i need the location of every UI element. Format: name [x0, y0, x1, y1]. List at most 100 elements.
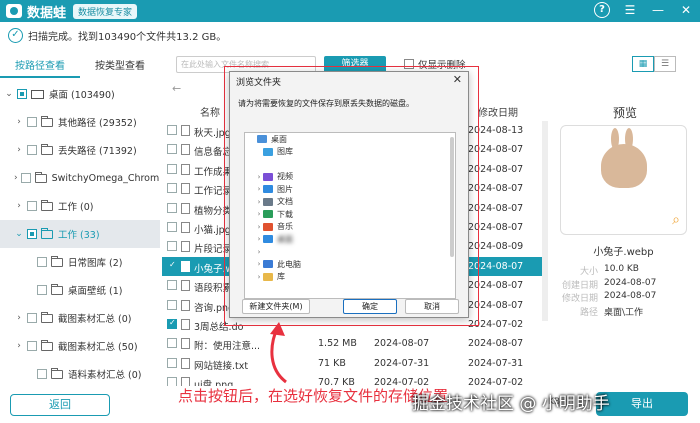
ok-button[interactable]: 确定: [343, 299, 397, 314]
chevron-down-icon[interactable]: ⌄: [14, 229, 24, 239]
file-checkbox[interactable]: [167, 163, 177, 174]
dialog-tree-label: 此电脑: [277, 259, 301, 269]
close-icon[interactable]: ✕: [678, 2, 694, 18]
tree-item-daily-gallery[interactable]: 日常图库 (2): [0, 248, 160, 276]
dialog-tree-item[interactable]: 桌面: [245, 133, 455, 146]
menu-icon[interactable]: ☰: [622, 2, 638, 18]
tree-item-screenshots[interactable]: › 截图素材汇总 (50): [0, 332, 160, 360]
file-row[interactable]: 附：使用注意... 1.52 MB 2024-08-07 2024-08-07: [162, 334, 542, 353]
file-checkbox[interactable]: [167, 260, 177, 271]
tree-item-desktop[interactable]: ⌄ 桌面 (103490): [0, 80, 160, 108]
tree-checkbox[interactable]: [37, 369, 47, 379]
file-checkbox[interactable]: [167, 144, 177, 155]
dialog-tree-item[interactable]: › 音乐: [245, 221, 455, 234]
tree-item-label: 工作 (33): [58, 230, 100, 241]
list-view-icon[interactable]: ☰: [654, 56, 676, 72]
expand-icon[interactable]: ›: [255, 248, 263, 256]
tree-item-corpus[interactable]: 语料素材汇总 (0): [0, 360, 160, 386]
dialog-tree-item[interactable]: 图库: [245, 146, 455, 159]
nav-back-icon[interactable]: ←: [172, 82, 181, 95]
grid-view-icon[interactable]: ▦: [632, 56, 654, 72]
tab-by-path[interactable]: 按路径查看: [0, 56, 80, 78]
dialog-tree-item[interactable]: › 库: [245, 271, 455, 284]
tree-checkbox[interactable]: [27, 117, 37, 127]
tree-item-work[interactable]: ⌄ 工作 (33): [0, 220, 160, 248]
meta-size: 大小 10.0 KB: [579, 264, 639, 277]
file-checkbox[interactable]: [167, 221, 177, 232]
tree-checkbox[interactable]: [37, 257, 47, 267]
dialog-tree-item[interactable]: › 图片: [245, 183, 455, 196]
file-list-scrollbar[interactable]: [542, 121, 548, 321]
back-button[interactable]: 返回: [10, 394, 110, 416]
file-checkbox[interactable]: [167, 241, 177, 252]
expand-icon[interactable]: ›: [255, 173, 263, 181]
dialog-tree-scrollbar[interactable]: [450, 137, 454, 257]
dialog-tree-item[interactable]: › 视频: [245, 171, 455, 184]
tree-item-label: 日常图库 (2): [68, 258, 123, 269]
tree-checkbox[interactable]: [27, 313, 37, 323]
tree-item-screenshots-empty[interactable]: › 截图素材汇总 (0): [0, 304, 160, 332]
folder-icon: [263, 272, 273, 281]
file-checkbox[interactable]: [167, 357, 177, 368]
instruction-caption: 点击按钮后，在选好恢复文件的存储位置: [178, 387, 449, 405]
tree-checkbox[interactable]: [20, 173, 31, 183]
file-checkbox[interactable]: [167, 299, 177, 310]
chevron-right-icon[interactable]: ›: [14, 145, 24, 155]
file-checkbox[interactable]: [167, 318, 177, 329]
zoom-icon[interactable]: ⌕: [672, 212, 680, 228]
tree-checkbox[interactable]: [27, 229, 37, 239]
cancel-button[interactable]: 取消: [405, 299, 459, 314]
file-icon: [181, 318, 190, 330]
dialog-close-icon[interactable]: ✕: [453, 73, 462, 86]
tree-checkbox[interactable]: [27, 201, 37, 211]
tree-checkbox[interactable]: [17, 89, 27, 99]
chevron-right-icon[interactable]: ›: [14, 341, 24, 351]
expand-icon[interactable]: ›: [255, 210, 263, 218]
tree-item-switchyomega[interactable]: › SwitchyOmega_Chromium: [0, 164, 160, 192]
column-modified[interactable]: 修改日期: [478, 104, 518, 119]
dialog-tree-item[interactable]: ›: [245, 246, 455, 259]
file-checkbox[interactable]: [167, 183, 177, 194]
tree-item-wallpapers[interactable]: 桌面壁纸 (1): [0, 276, 160, 304]
expand-icon[interactable]: ›: [255, 235, 263, 243]
expand-icon[interactable]: ›: [255, 260, 263, 268]
help-icon[interactable]: ?: [594, 2, 610, 18]
tree-item-other-paths[interactable]: › 其他路径 (29352): [0, 108, 160, 136]
folder-icon: [263, 185, 273, 194]
dialog-tree-item[interactable]: › 文档: [245, 196, 455, 209]
file-checkbox[interactable]: [167, 338, 177, 349]
tree-item-work-empty[interactable]: › 工作 (0): [0, 192, 160, 220]
expand-icon[interactable]: ›: [255, 273, 263, 281]
dialog-tree-item[interactable]: [245, 158, 455, 171]
expand-icon[interactable]: ›: [255, 198, 263, 206]
tree-checkbox[interactable]: [37, 285, 47, 295]
chevron-down-icon[interactable]: ⌄: [4, 89, 14, 99]
minimize-icon[interactable]: —: [650, 2, 666, 18]
tree-item-lost-paths[interactable]: › 丢失路径 (71392): [0, 136, 160, 164]
file-checkbox[interactable]: [167, 202, 177, 213]
new-folder-button[interactable]: 新建文件夹(M): [242, 299, 310, 314]
tree-item-label: 工作 (0): [58, 202, 94, 213]
file-row[interactable]: 网站链接.txt 71 KB 2024-07-31 2024-07-31: [162, 354, 542, 373]
view-mode-tabs: 按路径查看 按类型查看: [0, 56, 160, 78]
dialog-tree-item[interactable]: › 下载: [245, 208, 455, 221]
tab-by-type[interactable]: 按类型查看: [80, 56, 160, 78]
file-checkbox[interactable]: [167, 280, 177, 291]
file-checkbox[interactable]: [167, 377, 177, 386]
folder-icon: [263, 235, 273, 244]
file-checkbox[interactable]: [167, 125, 177, 135]
dialog-tree-item[interactable]: › 桌面: [245, 233, 455, 246]
folder-icon: [41, 115, 53, 127]
chevron-right-icon[interactable]: ›: [14, 201, 24, 211]
tree-checkbox[interactable]: [27, 145, 37, 155]
chevron-right-icon[interactable]: ›: [14, 173, 18, 183]
chevron-right-icon[interactable]: ›: [14, 313, 24, 323]
tree-checkbox[interactable]: [27, 341, 37, 351]
chevron-right-icon[interactable]: ›: [14, 117, 24, 127]
file-modified: 2024-08-07: [468, 338, 524, 350]
dialog-tree-item[interactable]: › 此电脑: [245, 258, 455, 271]
column-name[interactable]: 名称: [200, 104, 220, 119]
tree-item-label: SwitchyOmega_Chromium: [51, 172, 160, 184]
expand-icon[interactable]: ›: [255, 223, 263, 231]
expand-icon[interactable]: ›: [255, 185, 263, 193]
